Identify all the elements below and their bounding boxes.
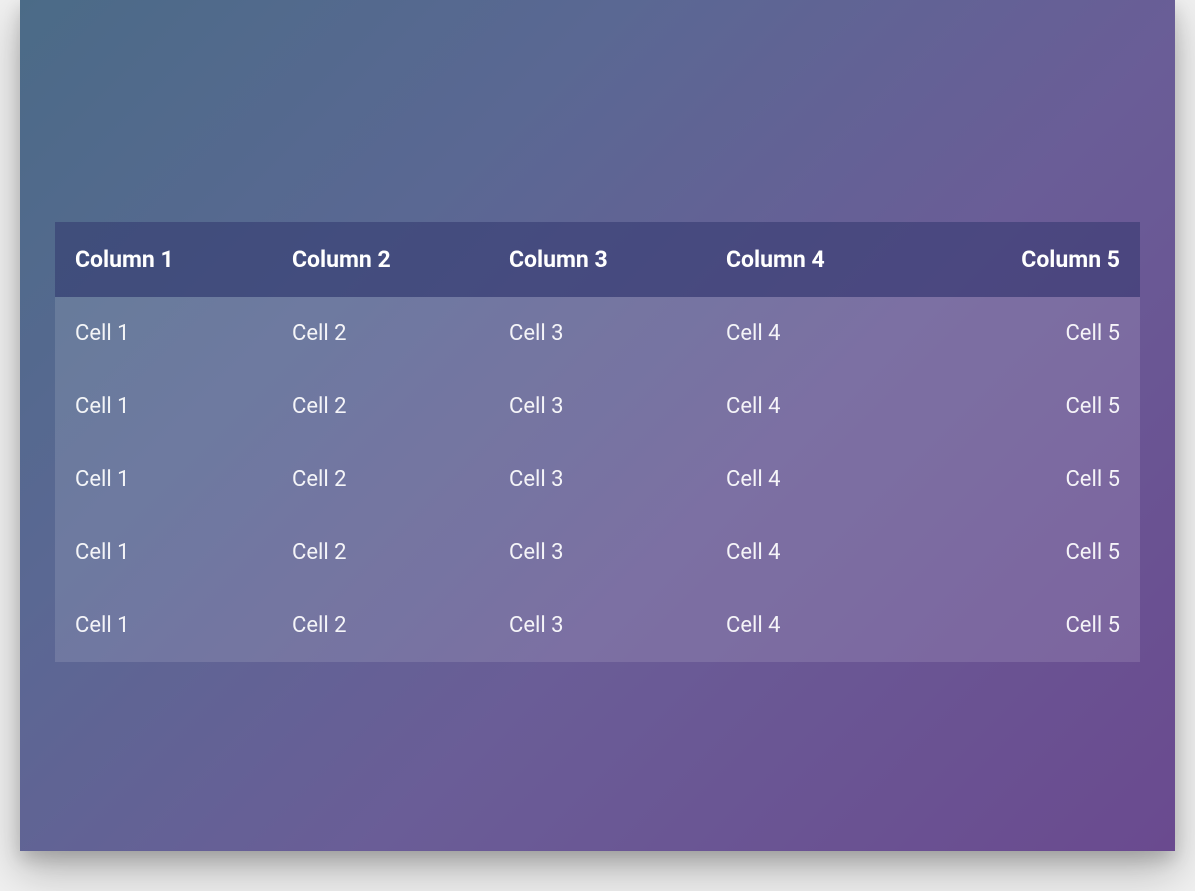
- table-row: Cell 1 Cell 2 Cell 3 Cell 4 Cell 5: [55, 443, 1140, 516]
- table-cell: Cell 1: [55, 370, 272, 443]
- table-cell: Cell 2: [272, 516, 489, 589]
- table-row: Cell 1 Cell 2 Cell 3 Cell 4 Cell 5: [55, 297, 1140, 370]
- table-cell: Cell 4: [706, 297, 923, 370]
- table-cell: Cell 3: [489, 589, 706, 662]
- table-header-row: Column 1 Column 2 Column 3 Column 4 Colu…: [55, 222, 1140, 297]
- table-cell: Cell 3: [489, 297, 706, 370]
- table-cell: Cell 3: [489, 370, 706, 443]
- table-row: Cell 1 Cell 2 Cell 3 Cell 4 Cell 5: [55, 516, 1140, 589]
- column-header[interactable]: Column 2: [272, 222, 489, 297]
- column-header[interactable]: Column 1: [55, 222, 272, 297]
- table-container: Column 1 Column 2 Column 3 Column 4 Colu…: [55, 222, 1140, 662]
- table-cell: Cell 5: [923, 516, 1140, 589]
- table-cell: Cell 1: [55, 297, 272, 370]
- table-cell: Cell 1: [55, 443, 272, 516]
- table-cell: Cell 2: [272, 370, 489, 443]
- table-row: Cell 1 Cell 2 Cell 3 Cell 4 Cell 5: [55, 370, 1140, 443]
- column-header[interactable]: Column 3: [489, 222, 706, 297]
- table-cell: Cell 4: [706, 589, 923, 662]
- table-cell: Cell 2: [272, 589, 489, 662]
- table-cell: Cell 5: [923, 589, 1140, 662]
- table-cell: Cell 1: [55, 516, 272, 589]
- table-cell: Cell 3: [489, 443, 706, 516]
- table-cell: Cell 5: [923, 370, 1140, 443]
- table-cell: Cell 4: [706, 443, 923, 516]
- gradient-card: Column 1 Column 2 Column 3 Column 4 Colu…: [20, 0, 1175, 851]
- column-header[interactable]: Column 5: [923, 222, 1140, 297]
- table-cell: Cell 5: [923, 297, 1140, 370]
- table-cell: Cell 5: [923, 443, 1140, 516]
- data-table: Column 1 Column 2 Column 3 Column 4 Colu…: [55, 222, 1140, 662]
- table-cell: Cell 2: [272, 443, 489, 516]
- table-cell: Cell 1: [55, 589, 272, 662]
- table-cell: Cell 3: [489, 516, 706, 589]
- column-header[interactable]: Column 4: [706, 222, 923, 297]
- table-row: Cell 1 Cell 2 Cell 3 Cell 4 Cell 5: [55, 589, 1140, 662]
- table-cell: Cell 4: [706, 370, 923, 443]
- table-cell: Cell 2: [272, 297, 489, 370]
- table-cell: Cell 4: [706, 516, 923, 589]
